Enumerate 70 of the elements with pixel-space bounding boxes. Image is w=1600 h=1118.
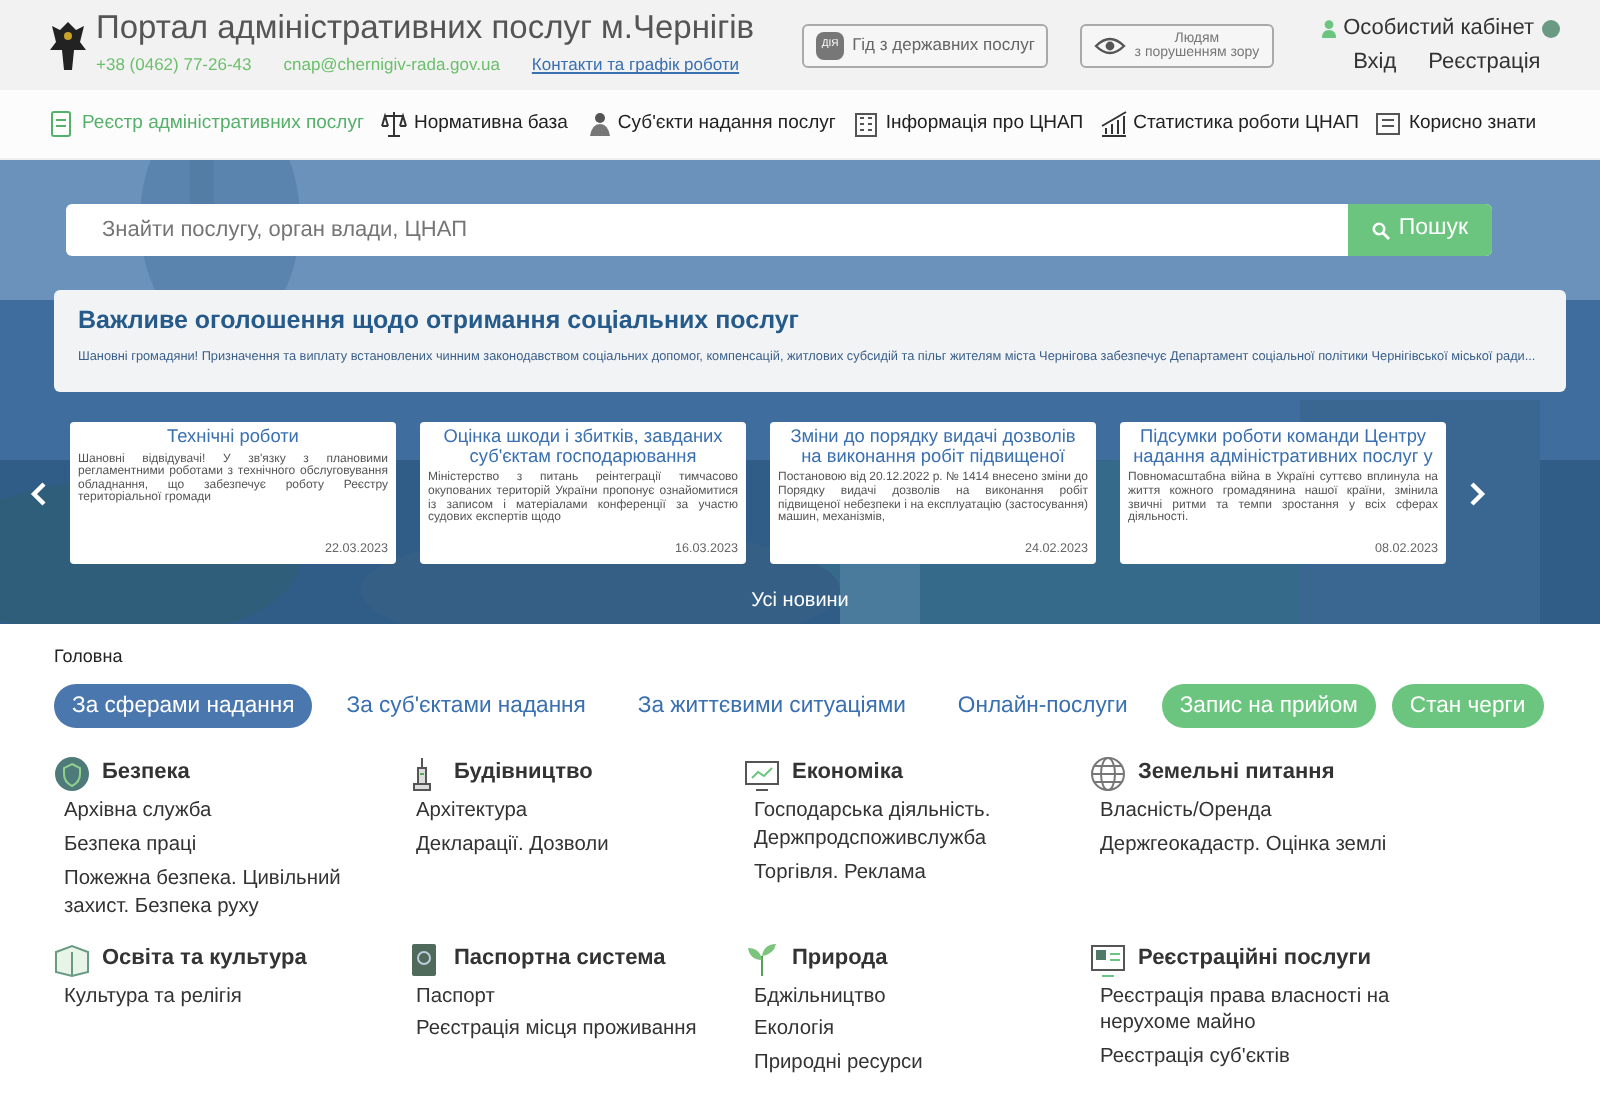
status-dot-icon (1542, 19, 1560, 38)
news-card[interactable] (770, 422, 1096, 564)
search-icon (1372, 221, 1391, 239)
category-link[interactable]: Архівна служба (54, 792, 374, 827)
globe-icon (1090, 756, 1126, 793)
category-link[interactable]: Екологія (744, 1010, 1064, 1045)
open-book-icon (54, 941, 90, 977)
news-title[interactable]: Зміни до порядку видачі дозволів на виконання робіт підвищеної (778, 428, 1088, 467)
category-link[interactable]: Природні ресурси (744, 1044, 1064, 1078)
category-link[interactable]: Реєстрація суб'єктів (1090, 1038, 1460, 1072)
category-link[interactable]: Бджільництво (744, 977, 1064, 1011)
category-title[interactable]: Реєстраційні послуги (1138, 941, 1372, 974)
news-card[interactable] (1120, 422, 1446, 564)
user-icon (1321, 19, 1336, 38)
category-link[interactable]: Паспорт (406, 977, 726, 1011)
category-link[interactable]: Безпека праці (54, 826, 374, 860)
category-link[interactable]: Архітектура (406, 792, 726, 827)
news-title[interactable]: Технічні роботи (78, 428, 388, 448)
category-title[interactable]: Природа (792, 941, 888, 974)
cabinet-link[interactable]: Особистий кабінет (1343, 12, 1534, 45)
email-address: cnap@chernigiv-rada.gov.ua (283, 52, 500, 79)
eye-icon (1094, 35, 1127, 55)
category-link[interactable]: Торгівля. Реклама (744, 853, 1064, 888)
passport-icon (406, 941, 442, 977)
category-title[interactable]: Економіка (792, 756, 903, 790)
chevron-left-icon (30, 482, 46, 507)
announcement-title[interactable]: Важливе оголошення щодо отримання соціальних послуг (78, 302, 1542, 340)
all-news-link[interactable]: Усі новини (751, 590, 849, 612)
nav-link[interactable]: Статистика роботи ЦНАП (1099, 109, 1359, 139)
category-link[interactable]: Власність/Оренда (1090, 792, 1460, 827)
nav-link[interactable]: Суб'єкти надання послуг (583, 109, 836, 139)
category-link[interactable]: Реєстрація права власності на нерухоме майно (1090, 977, 1460, 1039)
monitor-icon (744, 756, 780, 793)
clipboard-icon (48, 110, 76, 138)
category-title[interactable]: Безпека (102, 756, 190, 790)
category-link[interactable]: Господарська діяльність. Держпродспоживслужба (744, 792, 1064, 854)
category-link[interactable]: Держгеокадастр. Оцінка землі (1090, 826, 1460, 860)
category-link[interactable]: Реєстрація місця проживання (406, 1010, 726, 1045)
nav-link[interactable]: Корисно знати (1374, 109, 1537, 139)
site-title: Портал адміністративних послуг м.Чернігів (96, 11, 755, 45)
tab[interactable]: Онлайн-послуги (939, 683, 1146, 729)
category-link[interactable]: Декларації. Дозволи (406, 826, 726, 860)
scales-icon (379, 110, 408, 138)
login-link[interactable]: Вхід (1353, 45, 1397, 78)
coat-of-arms-icon (48, 17, 88, 73)
category-title[interactable]: Паспортна система (454, 941, 666, 974)
tab[interactable]: За сферами надання (54, 683, 313, 729)
tab[interactable]: За суб'єктами надання (328, 683, 604, 729)
category-link[interactable]: Пожежна безпека. Цивільний захист. Безпека руху (54, 859, 374, 921)
nav-link[interactable]: Інформація про ЦНАП (851, 109, 1084, 139)
notebook-icon (1374, 110, 1403, 138)
breadcrumb-link[interactable]: Головна (0, 624, 123, 683)
chart-icon (1099, 110, 1128, 138)
category-title[interactable]: Будівництво (454, 756, 593, 790)
news-title[interactable]: Підсумки роботи команди Центру надання адміністративних послуг у (1128, 428, 1438, 467)
category-title[interactable]: Освіта та культура (102, 941, 307, 974)
register-link[interactable]: Реєстрація (1428, 45, 1541, 78)
category-title[interactable]: Земельні питання (1138, 756, 1335, 790)
shield-icon (54, 756, 90, 793)
nav-link[interactable]: Нормативна база (379, 109, 568, 139)
category-link[interactable]: Культура та релігія (54, 977, 374, 1011)
phone-number: +38 (0462) 77-26-43 (96, 52, 252, 79)
certificate-icon (1090, 941, 1126, 977)
news-card[interactable] (420, 422, 746, 564)
chevron-right-icon (1470, 482, 1486, 507)
tab[interactable]: За життєвими ситуаціями (619, 683, 924, 729)
news-title[interactable]: Оцінка шкоди і збитків, завданих суб'єктам господарювання (428, 428, 738, 467)
building-icon (851, 110, 880, 138)
plant-icon (744, 941, 780, 977)
contacts-link[interactable]: Контакти та графік роботи (531, 52, 740, 79)
